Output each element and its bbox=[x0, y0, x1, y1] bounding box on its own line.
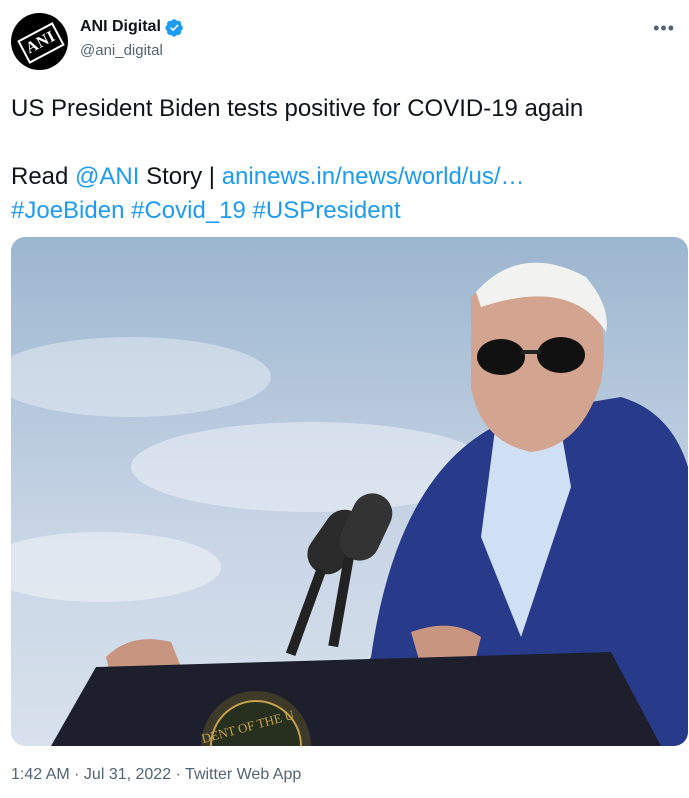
hashtag-link[interactable]: #USPresident bbox=[253, 197, 401, 224]
tweet-meta: 1:42 AM · Jul 31, 2022 · Twitter Web App bbox=[11, 766, 301, 784]
tweet-media-photo[interactable]: DENT OF THE U bbox=[11, 237, 688, 746]
ani-logo-text: ANI bbox=[17, 22, 65, 64]
story-text: Story | bbox=[139, 163, 222, 190]
tweet-text: US President Biden tests positive for CO… bbox=[11, 92, 681, 228]
more-icon[interactable]: ••• bbox=[653, 18, 675, 39]
tweet-source: Twitter Web App bbox=[185, 766, 302, 783]
meta-separator: · bbox=[171, 766, 186, 783]
tweet-date[interactable]: Jul 31, 2022 bbox=[84, 766, 171, 783]
meta-separator: · bbox=[69, 766, 84, 783]
hashtag-link[interactable]: #JoeBiden bbox=[11, 197, 124, 224]
verified-badge-icon bbox=[165, 18, 183, 37]
author-handle[interactable]: @ani_digital bbox=[80, 42, 163, 59]
hashtag-line: #JoeBiden #Covid_19 #USPresident bbox=[11, 194, 681, 228]
article-link[interactable]: aninews.in/news/world/us/… bbox=[222, 163, 525, 190]
hashtag-link[interactable]: #Covid_19 bbox=[131, 197, 246, 224]
photo-illustration: DENT OF THE U bbox=[11, 262, 688, 746]
tweet-headline: US President Biden tests positive for CO… bbox=[11, 95, 584, 122]
author-display-name[interactable]: ANI Digital bbox=[80, 17, 161, 37]
avatar[interactable]: ANI bbox=[11, 13, 68, 70]
author-name-row: ANI Digital bbox=[80, 17, 184, 37]
tweet-time[interactable]: 1:42 AM bbox=[11, 766, 70, 783]
read-prefix: Read bbox=[11, 163, 76, 190]
tweet-read-line: Read @ANI Story | aninews.in/news/world/… bbox=[11, 160, 681, 194]
mention-link[interactable]: @ANI bbox=[75, 163, 139, 190]
